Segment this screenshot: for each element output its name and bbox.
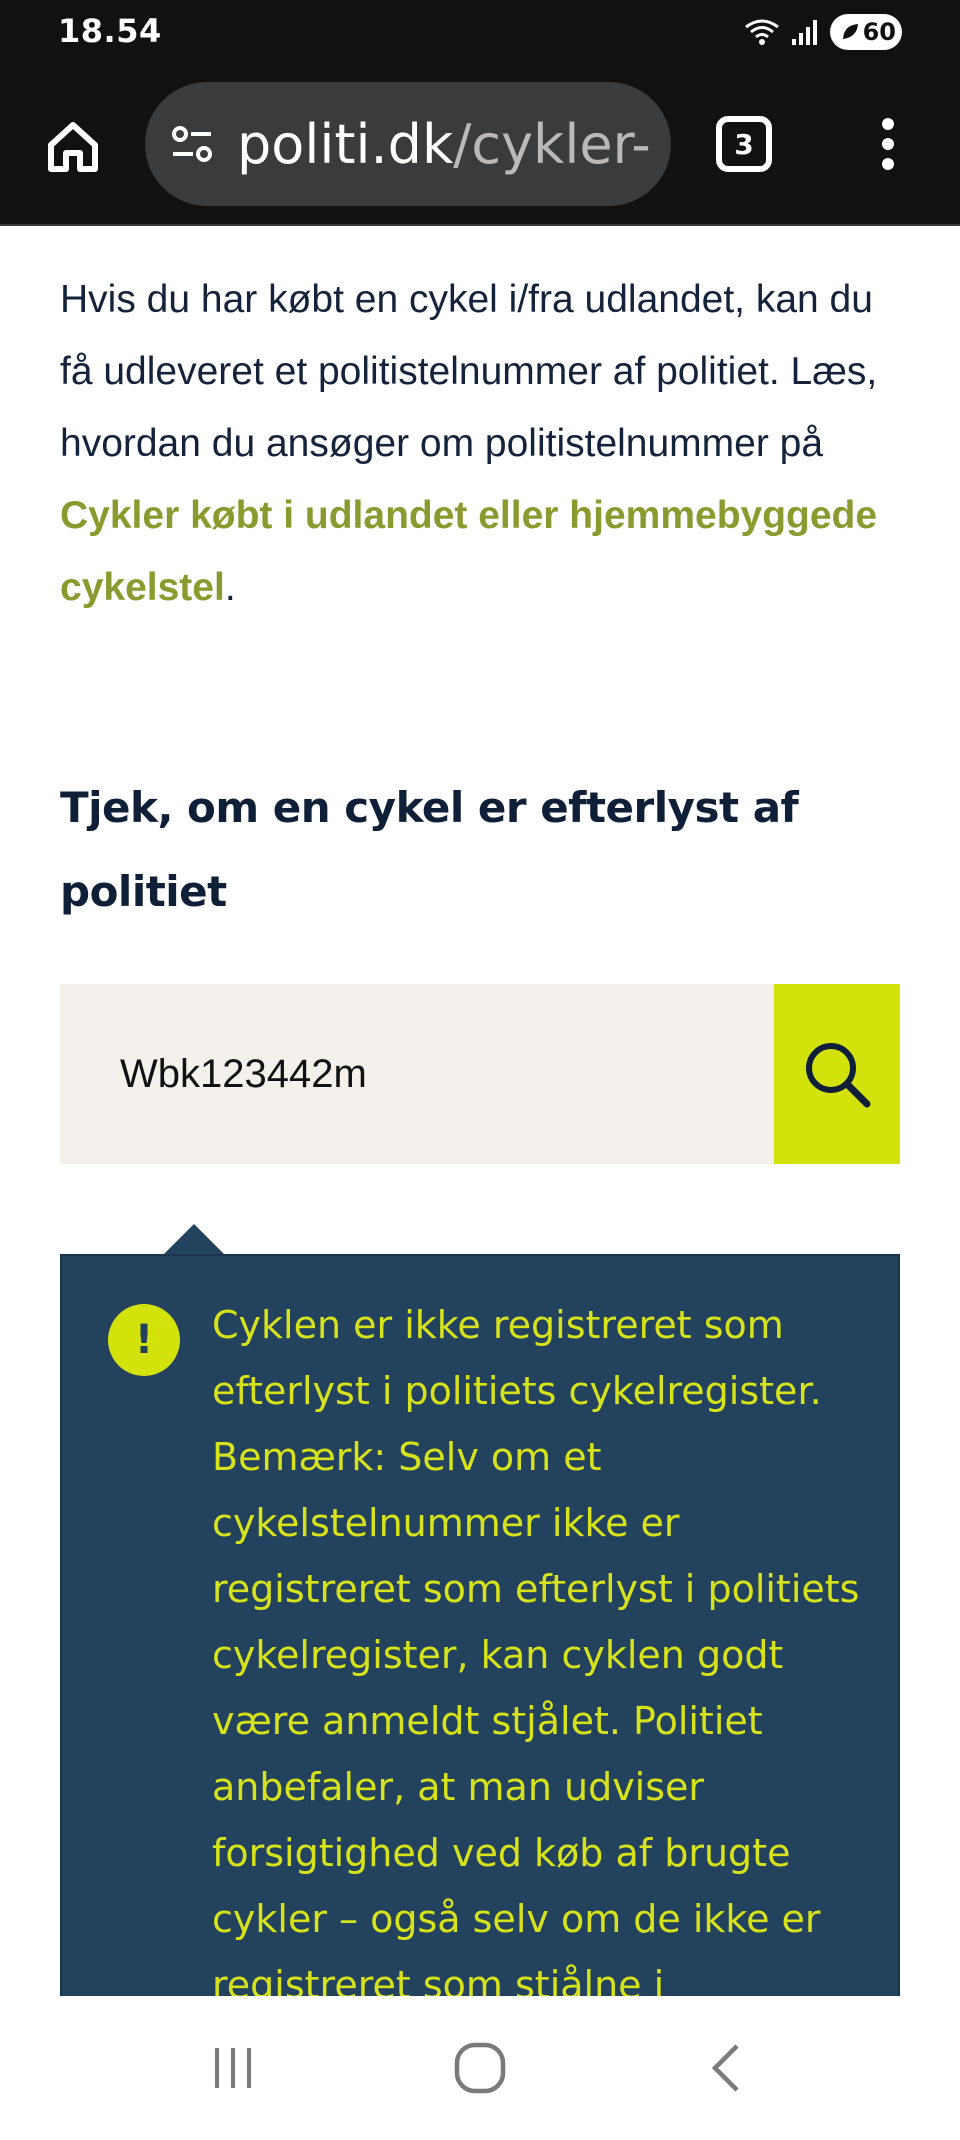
url-domain: politi.dk	[237, 112, 454, 176]
nav-home-icon	[454, 2042, 506, 2094]
recents-icon	[215, 2048, 252, 2088]
url-text: politi.dk/cykler-	[237, 113, 651, 176]
page-content: Hvis du har købt en cykel i/fra udlandet…	[60, 226, 900, 2024]
address-bar[interactable]: politi.dk/cykler-	[145, 82, 671, 206]
status-time: 18.54	[58, 12, 162, 50]
intro-paragraph: Hvis du har købt en cykel i/fra udlandet…	[60, 264, 900, 624]
recents-button[interactable]	[173, 2023, 293, 2113]
frame-number-input[interactable]	[60, 984, 774, 1164]
section-title: Tjek, om en cykel er efterlyst af politi…	[60, 783, 799, 916]
alert-message: Cyklen er ikke registreret som efterlyst…	[212, 1303, 860, 2007]
search-result-alert: ! Cyklen er ikke registreret som efterly…	[60, 1254, 900, 2024]
wifi-icon	[745, 19, 779, 45]
menu-dot	[882, 138, 894, 150]
system-navigation-bar	[0, 1996, 960, 2140]
menu-dot	[882, 118, 894, 130]
intro-text: Hvis du har købt en cykel i/fra udlandet…	[60, 278, 878, 465]
search-form	[60, 984, 900, 1164]
tab-switcher-button[interactable]: 3	[716, 116, 772, 172]
more-menu-button[interactable]	[868, 112, 908, 176]
nav-home-button[interactable]	[420, 2023, 540, 2113]
search-button[interactable]	[774, 984, 900, 1164]
site-info-icon[interactable]	[167, 119, 217, 169]
home-button[interactable]	[38, 112, 108, 182]
alert-pointer	[164, 1224, 224, 1254]
browser-toolbar: politi.dk/cykler- 3	[0, 64, 960, 226]
battery-indicator: 60	[830, 14, 902, 50]
menu-dot	[882, 158, 894, 170]
intro-end: .	[224, 566, 236, 609]
status-icons: 60	[744, 12, 902, 52]
back-button[interactable]	[667, 2023, 787, 2113]
foreign-bikes-link[interactable]: Cykler købt i udlandet eller hjemmebygge…	[60, 494, 877, 609]
signal-icon	[792, 20, 817, 45]
battery-level: 60	[862, 18, 896, 46]
battery-saver-icon	[843, 24, 858, 39]
home-icon	[48, 122, 98, 172]
exclamation-icon: !	[108, 1304, 180, 1376]
back-icon	[711, 2044, 739, 2092]
url-path: /cykler-	[453, 112, 651, 176]
status-bar: 18.54 60	[0, 0, 960, 64]
search-icon	[806, 1043, 871, 1108]
